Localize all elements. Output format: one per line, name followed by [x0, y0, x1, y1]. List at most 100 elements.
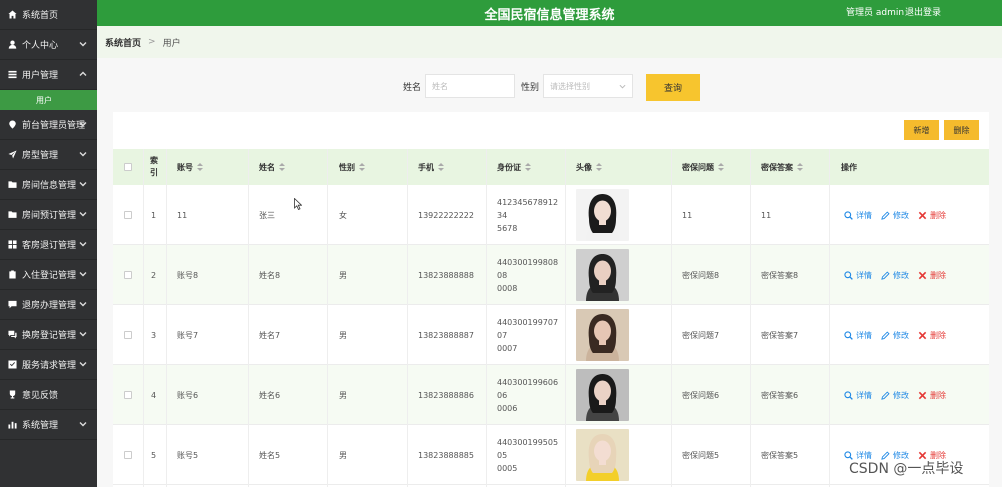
checkbox[interactable] [124, 163, 132, 171]
row-checkbox[interactable] [124, 305, 132, 365]
col-name[interactable]: 姓名 [259, 149, 285, 185]
checkbox[interactable] [124, 391, 132, 399]
sidebar-item-feedback[interactable]: 意见反馈 [0, 380, 97, 410]
cell-account: 账号7 [177, 330, 199, 340]
breadcrumb-home[interactable]: 系统首页 [105, 36, 141, 49]
sort-icon[interactable] [438, 163, 444, 171]
edit-button[interactable]: 修改 [881, 330, 909, 341]
col-question[interactable]: 密保问题 [682, 149, 724, 185]
delete-row-button[interactable]: 删除 [918, 330, 946, 341]
checkbox[interactable] [124, 451, 132, 459]
cell-phone: 13922222222 [418, 210, 474, 220]
select-all-checkbox[interactable] [124, 149, 132, 185]
cell-question: 密保问题7 [682, 330, 720, 340]
logout-link[interactable]: 退出登录 [905, 5, 941, 18]
cell-gender: 男 [339, 450, 347, 460]
detail-button[interactable]: 详情 [844, 330, 872, 341]
row-checkbox[interactable] [124, 245, 132, 305]
sidebar-item-checkout[interactable]: 退房办理管理 [0, 290, 97, 320]
cell-answer: 密保答案5 [761, 450, 799, 460]
add-button[interactable]: 新增 [904, 120, 939, 140]
sidebar-item-room-cancel[interactable]: 客房退订管理 [0, 230, 97, 260]
sort-icon[interactable] [197, 163, 203, 171]
chevron-down-icon [79, 180, 87, 188]
gender-select[interactable]: 请选择性别 [543, 74, 634, 98]
column-divider [143, 149, 144, 487]
table-card: 新增 删除 索引 账号 姓名 性别 手机 身份证 头像 密保问题 密保答案 操作… [113, 112, 989, 487]
cell-name: 姓名7 [259, 330, 281, 340]
cell-phone: 13823888885 [418, 450, 474, 460]
sort-icon[interactable] [718, 163, 724, 171]
checkbox[interactable] [124, 331, 132, 339]
col-answer[interactable]: 密保答案 [761, 149, 803, 185]
cell-gender: 男 [339, 330, 347, 340]
pencil-icon [881, 210, 890, 220]
column-divider [407, 149, 408, 487]
sort-icon[interactable] [279, 163, 285, 171]
col-account[interactable]: 账号 [177, 149, 203, 185]
sidebar-item-system[interactable]: 系统管理 [0, 410, 97, 440]
sidebar-item-service-request[interactable]: 服务请求管理 [0, 350, 97, 380]
breadcrumb: 系统首页 > 用户 [97, 26, 1002, 58]
checkbox[interactable] [124, 271, 132, 279]
close-icon [918, 271, 927, 279]
sidebar-item-room-info[interactable]: 房间信息管理 [0, 170, 97, 200]
query-button[interactable]: 查询 [646, 74, 700, 101]
sidebar-item-label: 入住登记管理 [22, 271, 77, 281]
trophy-icon [7, 390, 17, 400]
sidebar-subitem-users[interactable]: 用户 [0, 90, 97, 110]
sidebar: 系统首页 个人中心 用户管理 用户 前台管理员管理 房型管理 房间信息管理 房间… [0, 0, 97, 487]
detail-button[interactable]: 详情 [844, 270, 872, 281]
column-divider [327, 149, 328, 487]
sidebar-item-front-admin[interactable]: 前台管理员管理 [0, 110, 97, 140]
sort-icon[interactable] [596, 163, 602, 171]
col-phone[interactable]: 手机 [418, 149, 444, 185]
list-icon [7, 70, 17, 80]
edit-button[interactable]: 修改 [881, 270, 909, 281]
col-id-card-label: 身份证 [497, 162, 521, 172]
main-content: 姓名 姓名 性别 请选择性别 查询 新增 删除 索引 账号 姓名 性别 手机 身… [97, 58, 1002, 487]
cell-id-card: 44030019980808 0008 [497, 245, 559, 305]
clipboard-icon [7, 270, 17, 280]
sidebar-item-label: 意见反馈 [22, 391, 59, 401]
sidebar-item-home[interactable]: 系统首页 [0, 0, 97, 30]
cell-account: 账号5 [177, 450, 199, 460]
sidebar-item-checkin[interactable]: 入住登记管理 [0, 260, 97, 290]
delete-row-button[interactable]: 删除 [918, 210, 946, 221]
delete-button[interactable]: 删除 [944, 120, 979, 140]
sort-icon[interactable] [797, 163, 803, 171]
cell-avatar [576, 425, 629, 485]
edit-label: 修改 [893, 330, 909, 340]
name-search-input[interactable]: 姓名 [425, 74, 516, 98]
sidebar-item-personal-center[interactable]: 个人中心 [0, 30, 97, 60]
row-checkbox[interactable] [124, 185, 132, 245]
row-checkbox[interactable] [124, 365, 132, 425]
sort-icon[interactable] [525, 163, 531, 171]
sidebar-item-room-type[interactable]: 房型管理 [0, 140, 97, 170]
sidebar-item-room-change[interactable]: 换房登记管理 [0, 320, 97, 350]
cell-question: 密保问题8 [682, 270, 720, 280]
edit-button[interactable]: 修改 [881, 210, 909, 221]
sidebar-item-room-booking[interactable]: 房间预订管理 [0, 200, 97, 230]
sidebar-item-label: 房型管理 [22, 151, 59, 161]
delete-label: 删除 [930, 270, 946, 280]
search-icon [844, 210, 853, 220]
col-avatar[interactable]: 头像 [576, 149, 602, 185]
cell-index: 3 [151, 330, 157, 340]
detail-button[interactable]: 详情 [844, 210, 872, 221]
edit-button[interactable]: 修改 [881, 390, 909, 401]
sidebar-item-user-management[interactable]: 用户管理 [0, 60, 97, 90]
sort-icon[interactable] [359, 163, 365, 171]
checkbox[interactable] [124, 211, 132, 219]
check-icon [7, 360, 17, 370]
col-gender[interactable]: 性别 [339, 149, 365, 185]
delete-row-button[interactable]: 删除 [918, 390, 946, 401]
row-checkbox[interactable] [124, 425, 132, 485]
detail-button[interactable]: 详情 [844, 390, 872, 401]
delete-row-button[interactable]: 删除 [918, 270, 946, 281]
column-divider [671, 149, 672, 487]
col-question-label: 密保问题 [682, 162, 714, 172]
col-id-card[interactable]: 身份证 [497, 149, 531, 185]
watermark: CSDN @一点毕设 [849, 461, 964, 477]
pencil-icon [881, 330, 890, 340]
